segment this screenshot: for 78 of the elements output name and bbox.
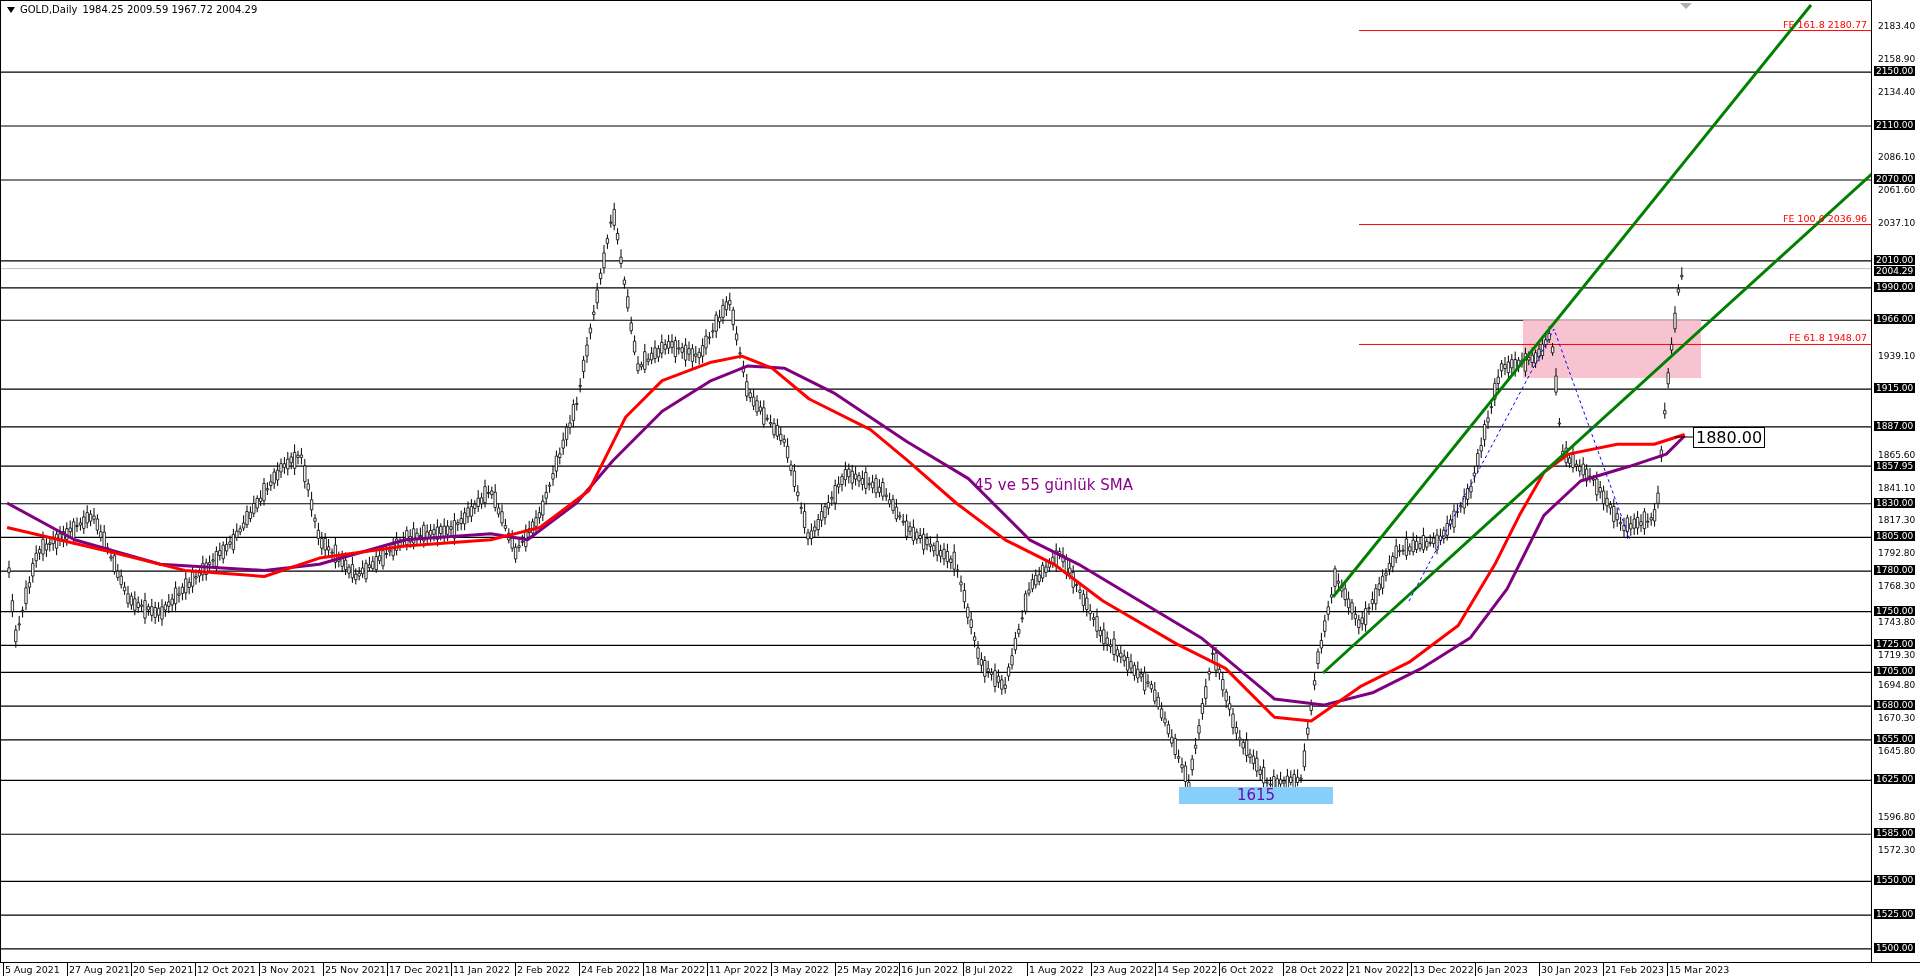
price-axis-label: 1680.00 bbox=[1874, 700, 1916, 711]
indicator-label: 45 ve 55 günlük SMA bbox=[974, 476, 1133, 494]
fibonacci-level-label: FE 61.8 1948.07 bbox=[1789, 332, 1867, 344]
date-axis-label: 15 Mar 2023 bbox=[1667, 963, 1731, 976]
date-axis-label: 3 May 2022 bbox=[771, 963, 835, 976]
date-axis-label: 18 Mar 2022 bbox=[643, 963, 707, 976]
date-axis-label: 17 Dec 2021 bbox=[387, 963, 451, 976]
price-axis-label: 1625.00 bbox=[1874, 774, 1916, 785]
price-axis-label: 1525.00 bbox=[1874, 909, 1916, 920]
price-axis-label: 1550.00 bbox=[1874, 875, 1916, 886]
date-axis-label: 21 Feb 2023 bbox=[1603, 963, 1667, 976]
price-axis-label: 1805.00 bbox=[1874, 531, 1916, 542]
date-axis-label: 6 Oct 2022 bbox=[1219, 963, 1283, 976]
price-axis-label: 2134.40 bbox=[1877, 87, 1917, 98]
price-axis-label: 1817.30 bbox=[1877, 514, 1917, 525]
date-axis-label: 30 Jan 2023 bbox=[1539, 963, 1603, 976]
price-axis-label: 2070.00 bbox=[1874, 173, 1916, 184]
price-axis-label: 1705.00 bbox=[1874, 666, 1916, 677]
chart-symbol: GOLD,Daily bbox=[20, 4, 78, 15]
date-axis-label: 2 Feb 2022 bbox=[515, 963, 579, 976]
date-axis-label: 13 Dec 2022 bbox=[1411, 963, 1475, 976]
date-axis-label: 28 Oct 2022 bbox=[1283, 963, 1347, 976]
price-axis-label: 1655.00 bbox=[1874, 733, 1916, 744]
price-axis-label: 2158.90 bbox=[1877, 54, 1917, 65]
price-axis-label: 1830.00 bbox=[1874, 497, 1916, 508]
price-axis-label: 1743.80 bbox=[1877, 616, 1917, 627]
price-axis-label: 1585.00 bbox=[1874, 828, 1916, 839]
date-axis-label: 20 Sep 2021 bbox=[131, 963, 195, 976]
date-axis-label: 23 Aug 2022 bbox=[1091, 963, 1155, 976]
scroll-marker-icon bbox=[1680, 3, 1692, 9]
price-axis-label: 1887.00 bbox=[1874, 420, 1916, 431]
support-zone-label: 1615 bbox=[1179, 787, 1333, 804]
price-axis-label: 1990.00 bbox=[1874, 281, 1916, 292]
date-axis-label: 6 Jan 2023 bbox=[1475, 963, 1539, 976]
price-tag: 1880.00 bbox=[1693, 427, 1766, 448]
date-axis-label: 16 Jun 2022 bbox=[899, 963, 963, 976]
dropdown-triangle-icon bbox=[7, 6, 15, 13]
date-axis-label: 25 May 2022 bbox=[835, 963, 899, 976]
price-axis-label: 1596.80 bbox=[1877, 812, 1917, 823]
price-axis-label: 1694.80 bbox=[1877, 680, 1917, 691]
date-axis-label: 21 Nov 2022 bbox=[1347, 963, 1411, 976]
price-axis-label: 2110.00 bbox=[1874, 120, 1916, 130]
date-axis-label: 5 Aug 2021 bbox=[3, 963, 67, 976]
date-axis-label: 11 Jan 2022 bbox=[451, 963, 515, 976]
price-axis-label: 1670.30 bbox=[1877, 713, 1917, 724]
price-axis-label: 2183.40 bbox=[1877, 21, 1917, 31]
price-axis-label: 2061.60 bbox=[1877, 185, 1917, 196]
date-axis-label: 25 Nov 2021 bbox=[323, 963, 387, 976]
price-axis-label: 1792.80 bbox=[1877, 547, 1917, 558]
ohlc-values: 1984.25 2009.59 1967.72 2004.29 bbox=[82, 4, 258, 15]
price-axis-label: 2004.29 bbox=[1874, 265, 1916, 276]
date-axis-label: 11 Apr 2022 bbox=[707, 963, 771, 976]
price-axis-label: 2150.00 bbox=[1874, 66, 1916, 77]
price-axis-label: 2037.10 bbox=[1877, 218, 1917, 229]
date-axis-label: 14 Sep 2022 bbox=[1155, 963, 1219, 976]
price-axis-label: 1500.00 bbox=[1874, 942, 1916, 953]
fibonacci-level-label: FE 161.8 2180.77 bbox=[1783, 18, 1867, 30]
price-axis-label: 1915.00 bbox=[1874, 383, 1916, 394]
price-axis-label: 1841.10 bbox=[1877, 482, 1917, 493]
price-axis-label: 1645.80 bbox=[1877, 746, 1917, 757]
date-axis-label: 8 Jul 2022 bbox=[963, 963, 1027, 976]
price-axis-label: 1768.30 bbox=[1877, 580, 1917, 591]
price-axis-label: 2010.00 bbox=[1874, 254, 1916, 265]
price-axis-label: 1865.60 bbox=[1877, 449, 1917, 460]
price-axis-label: 1572.30 bbox=[1877, 845, 1917, 856]
price-axis-label: 1966.00 bbox=[1874, 314, 1916, 325]
date-axis-label: 24 Feb 2022 bbox=[579, 963, 643, 976]
date-axis-label: 12 Oct 2021 bbox=[195, 963, 259, 976]
price-axis-label: 1939.10 bbox=[1877, 350, 1917, 361]
date-axis-label: 1 Aug 2022 bbox=[1027, 963, 1091, 976]
price-axis-label: 1857.95 bbox=[1874, 460, 1916, 471]
price-axis-label: 1750.00 bbox=[1874, 605, 1916, 616]
price-axis-label: 2086.10 bbox=[1877, 152, 1917, 163]
date-axis-label: 27 Aug 2021 bbox=[67, 963, 131, 976]
price-axis-label: 1725.00 bbox=[1874, 639, 1916, 650]
price-axis-label: 1780.00 bbox=[1874, 565, 1916, 576]
price-axis-label: 1719.30 bbox=[1877, 650, 1917, 661]
date-axis-label: 3 Nov 2021 bbox=[259, 963, 323, 976]
